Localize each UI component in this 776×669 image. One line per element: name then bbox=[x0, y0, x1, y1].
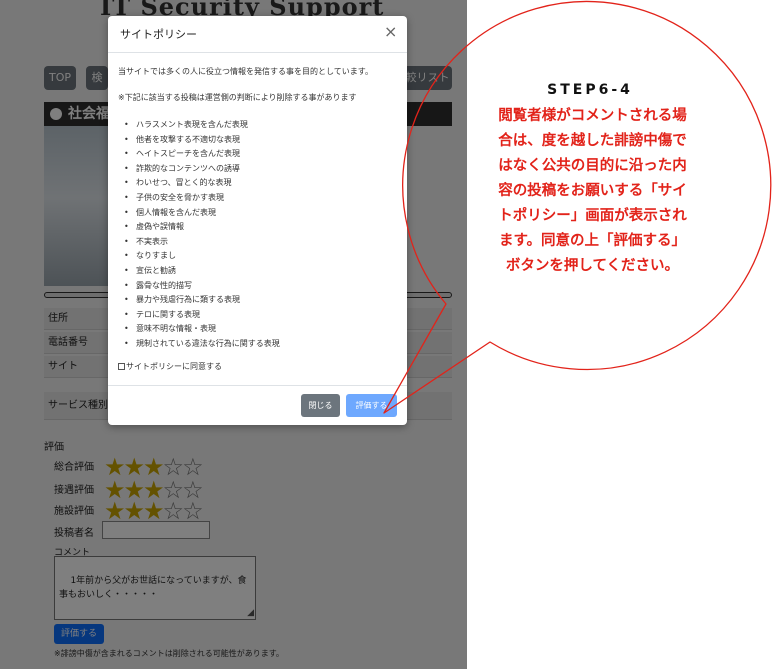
callout-line: ます。同意の上「評価する」 bbox=[498, 233, 687, 249]
callout-line: 合は、度を越した誹謗中傷で bbox=[498, 133, 687, 149]
callout-line: 容の投稿をお願いする「サイ bbox=[498, 183, 687, 199]
step-label: STEP6-4 bbox=[547, 82, 633, 98]
callout-line: トポリシー」画面が表示され bbox=[498, 208, 687, 224]
callout-line: 閲覧者様がコメントされる場 bbox=[498, 108, 687, 124]
callout-bubble bbox=[383, 0, 772, 414]
callout-line: はなく公共の目的に沿った内 bbox=[498, 158, 687, 174]
callout-line: ボタンを押してください。 bbox=[505, 258, 680, 274]
callout-text: 閲覧者様がコメントされる場 合は、度を越した誹謗中傷で はなく公共の目的に沿った… bbox=[470, 104, 715, 279]
